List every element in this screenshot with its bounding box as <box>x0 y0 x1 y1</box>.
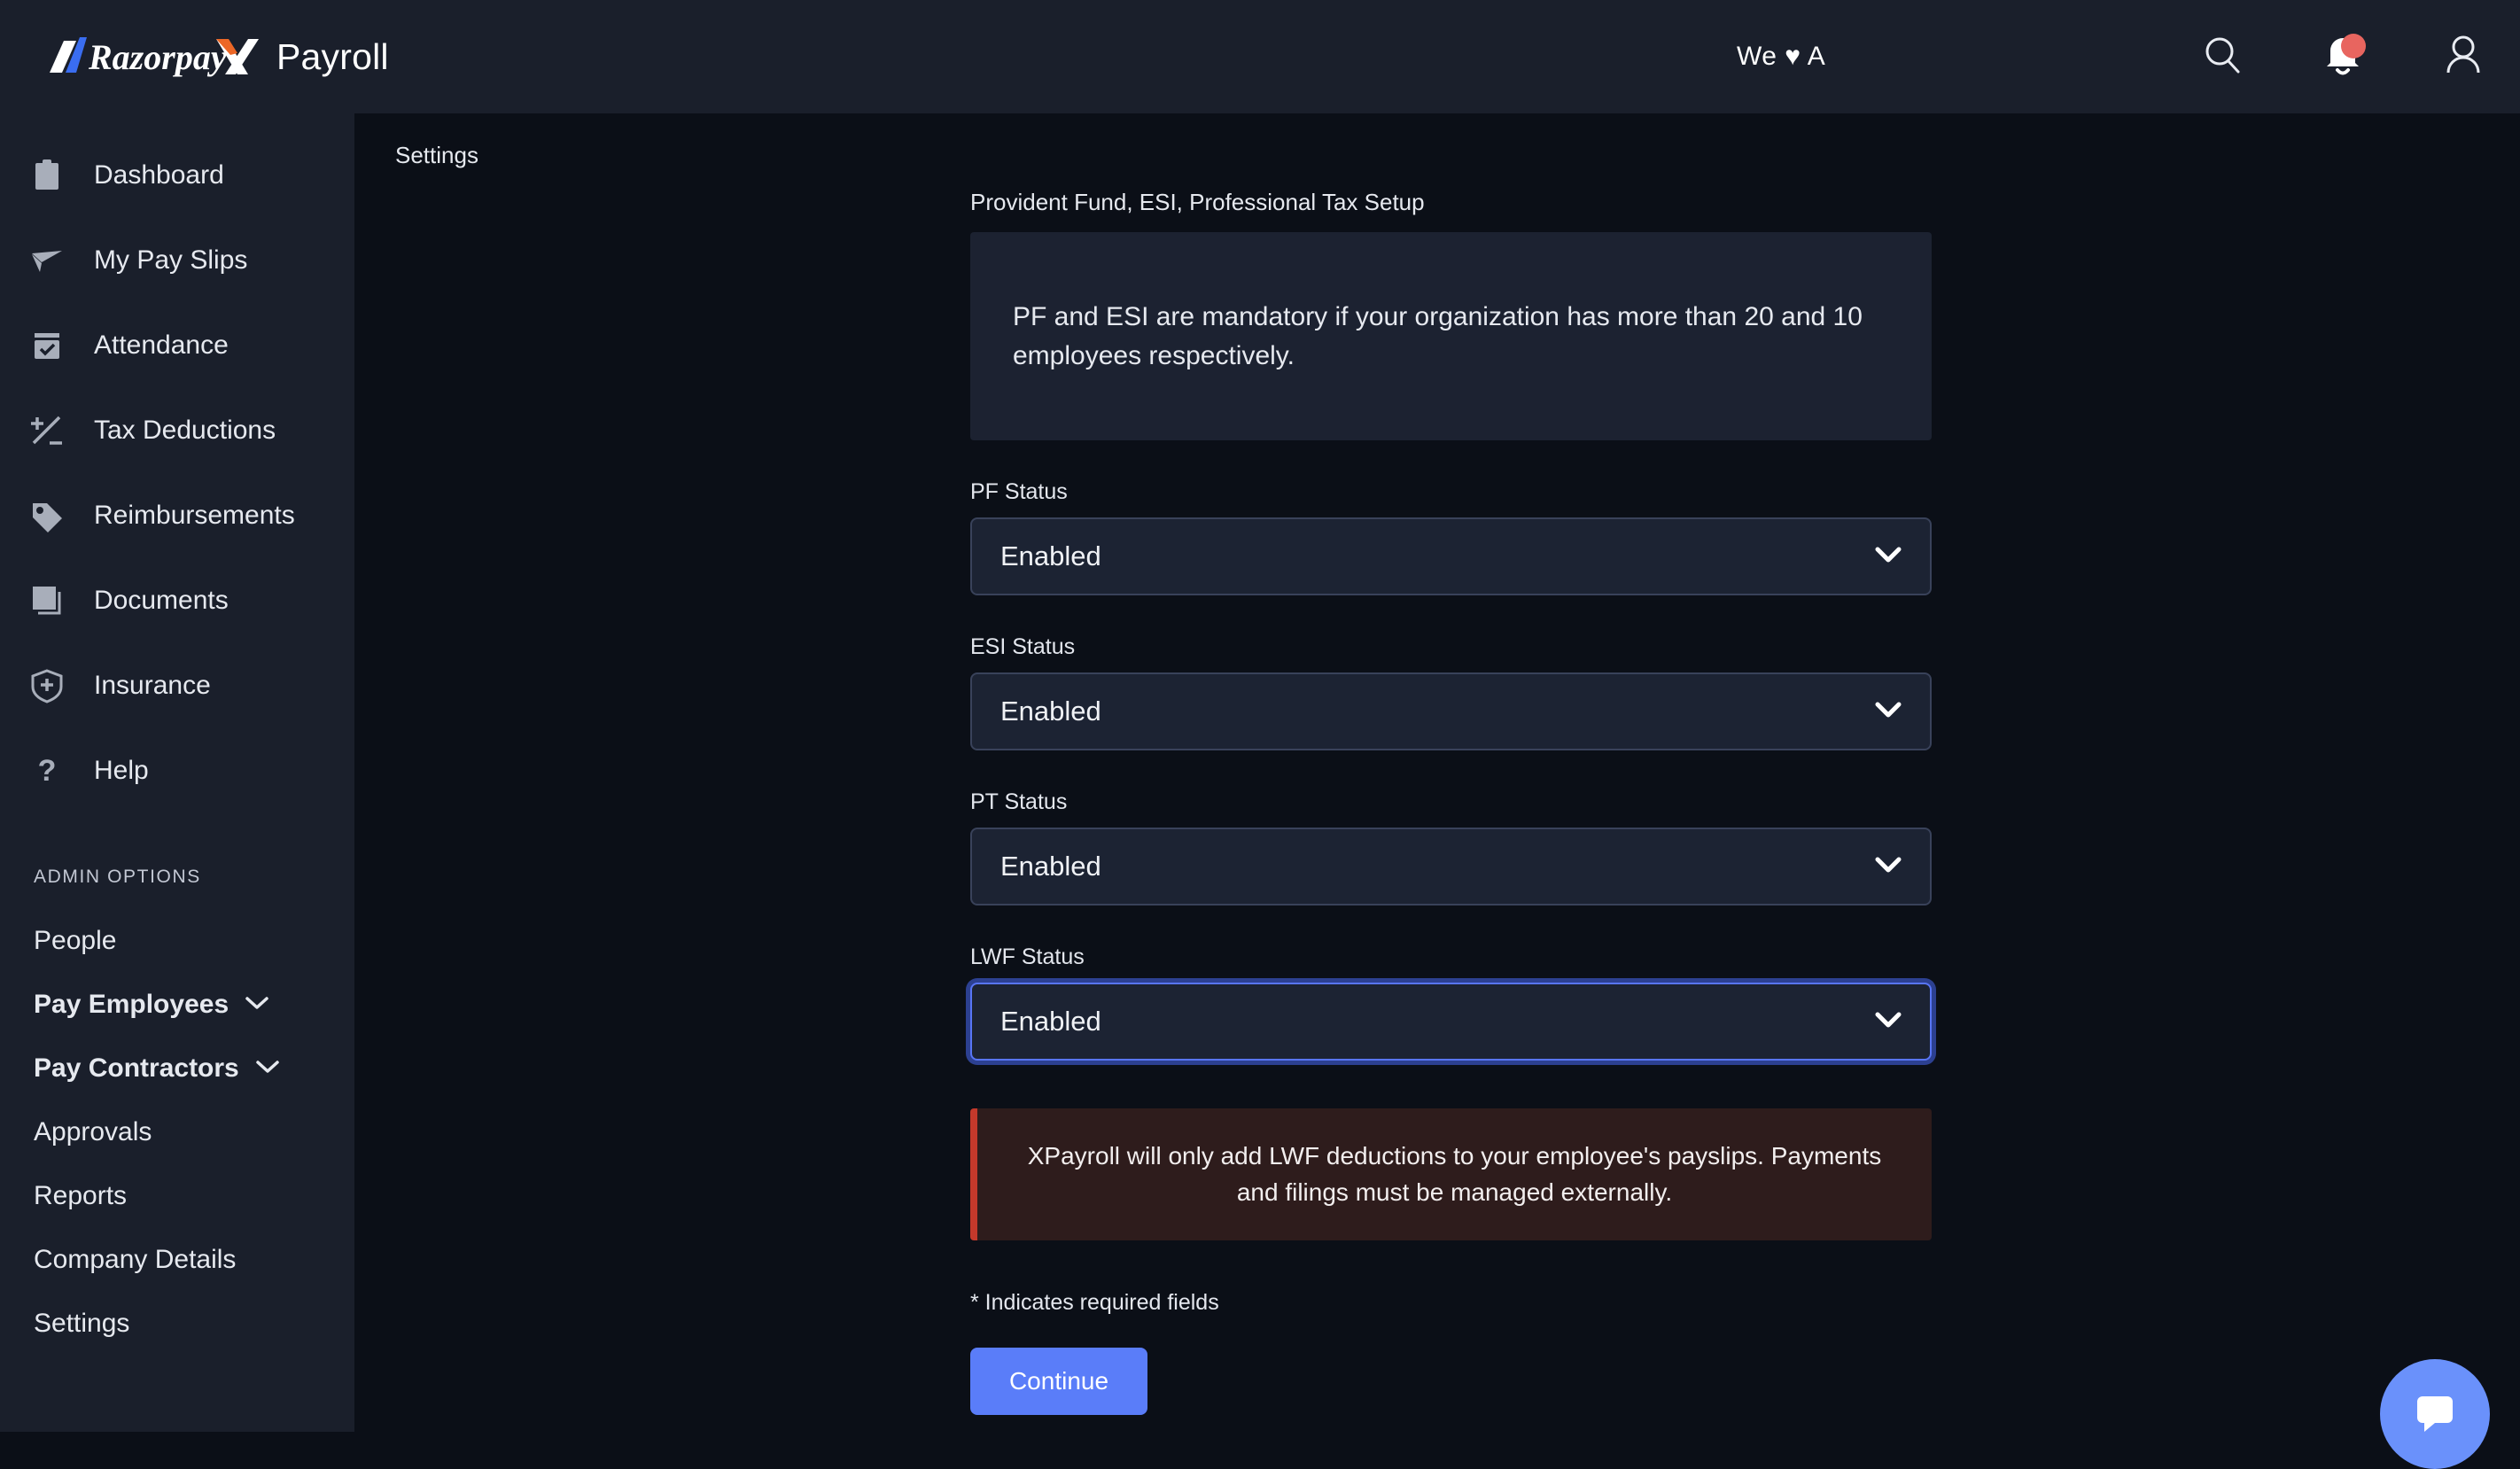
sidebar-primary-nav: Dashboard My Pay Slips Attendance <box>0 113 354 813</box>
page-title: Provident Fund, ESI, Professional Tax Se… <box>970 189 1932 216</box>
header-center-slogan: We ♥ A <box>1737 0 1825 113</box>
user-profile-icon <box>2440 32 2486 82</box>
field-esi-status: ESI Status Enabled <box>970 634 1932 750</box>
chevron-down-icon <box>1873 855 1903 879</box>
sidebar-admin-nav: People Pay Employees Pay Contractors App… <box>0 909 354 1356</box>
tag-icon <box>27 498 67 533</box>
sidebar-item-insurance[interactable]: Insurance <box>0 643 354 728</box>
field-label: ESI Status <box>970 634 1932 660</box>
sidebar-item-pay-employees[interactable]: Pay Employees <box>0 973 354 1037</box>
svg-text:?: ? <box>38 754 57 788</box>
chat-widget-button[interactable] <box>2380 1359 2490 1469</box>
chat-widget-icon <box>2410 1387 2460 1442</box>
plus-minus-icon <box>27 413 67 448</box>
top-header-bar: Razorpay Payroll We ♥ A <box>0 0 2520 113</box>
shield-plus-icon <box>27 668 67 703</box>
sidebar-item-label: People <box>34 926 116 956</box>
chevron-down-icon <box>253 1058 282 1080</box>
field-pf-status: PF Status Enabled <box>970 479 1932 595</box>
chevron-down-icon <box>1873 1010 1903 1034</box>
main-content-area: Settings Provident Fund, ESI, Profession… <box>354 113 2520 1432</box>
continue-button[interactable]: Continue <box>970 1348 1147 1415</box>
settings-form-column: Provident Fund, ESI, Professional Tax Se… <box>970 189 1932 1415</box>
admin-options-heading: ADMIN OPTIONS <box>0 867 354 888</box>
clipboard-icon <box>27 158 67 193</box>
search-icon <box>2199 32 2245 82</box>
sidebar-item-my-pay-slips[interactable]: My Pay Slips <box>0 218 354 303</box>
sidebar-item-tax-deductions[interactable]: Tax Deductions <box>0 388 354 473</box>
sidebar-item-company-details[interactable]: Company Details <box>0 1228 354 1292</box>
sidebar-item-approvals[interactable]: Approvals <box>0 1100 354 1164</box>
calendar-check-icon <box>27 328 67 363</box>
lwf-warning-box: XPayroll will only add LWF deductions to… <box>970 1108 1932 1240</box>
notification-badge <box>2341 34 2366 58</box>
search-button[interactable] <box>2197 32 2247 82</box>
profile-button[interactable] <box>2438 32 2488 82</box>
sidebar-item-label: Documents <box>94 586 229 616</box>
sidebar-item-people[interactable]: People <box>0 909 354 973</box>
sidebar-item-label: Company Details <box>34 1245 236 1275</box>
question-mark-icon: ? <box>27 753 67 789</box>
sidebar-item-reimbursements[interactable]: Reimbursements <box>0 473 354 558</box>
select-value: Enabled <box>1000 851 1101 882</box>
sidebar-item-label: Tax Deductions <box>94 416 276 446</box>
chevron-down-icon <box>1873 545 1903 569</box>
field-label: PT Status <box>970 789 1932 815</box>
sidebar-item-label: Pay Employees <box>34 990 229 1020</box>
documents-icon <box>27 583 67 618</box>
sidebar-item-label: Help <box>94 756 149 786</box>
select-value: Enabled <box>1000 696 1101 727</box>
sidebar-item-label: Pay Contractors <box>34 1053 239 1084</box>
main-sidebar: Dashboard My Pay Slips Attendance <box>0 0 354 1432</box>
lwf-status-select[interactable]: Enabled <box>970 983 1932 1061</box>
sidebar-item-attendance[interactable]: Attendance <box>0 303 354 388</box>
select-value: Enabled <box>1000 540 1101 572</box>
required-fields-note: * Indicates required fields <box>970 1290 1932 1316</box>
we-love-text: We ♥ A <box>1737 42 1825 72</box>
svg-text:Razorpay: Razorpay <box>88 37 227 77</box>
sidebar-item-label: Reports <box>34 1181 127 1211</box>
sidebar-item-documents[interactable]: Documents <box>0 558 354 643</box>
sidebar-item-label: My Pay Slips <box>94 245 247 276</box>
brand-product-name: Payroll <box>276 36 389 78</box>
chevron-down-icon <box>243 994 271 1016</box>
chevron-down-icon <box>1873 700 1903 724</box>
field-label: PF Status <box>970 479 1932 505</box>
brand-logo-group[interactable]: Razorpay Payroll <box>43 34 389 80</box>
field-label: LWF Status <box>970 944 1932 970</box>
paper-plane-icon <box>27 243 67 278</box>
sidebar-item-label: Insurance <box>94 671 211 701</box>
pt-status-select[interactable]: Enabled <box>970 828 1932 905</box>
pf-status-select[interactable]: Enabled <box>970 517 1932 595</box>
esi-status-select[interactable]: Enabled <box>970 672 1932 750</box>
sidebar-item-settings[interactable]: Settings <box>0 1292 354 1356</box>
razorpayx-logo-icon: Razorpay <box>43 34 264 80</box>
header-action-group <box>2197 0 2488 113</box>
sidebar-item-pay-contractors[interactable]: Pay Contractors <box>0 1037 354 1100</box>
field-lwf-status: LWF Status Enabled <box>970 944 1932 1061</box>
sidebar-item-help[interactable]: ? Help <box>0 728 354 813</box>
sidebar-item-label: Dashboard <box>94 160 224 190</box>
sidebar-item-label: Attendance <box>94 330 229 361</box>
select-value: Enabled <box>1000 1006 1101 1038</box>
info-callout-text: PF and ESI are mandatory if your organiz… <box>1013 298 1889 375</box>
field-pt-status: PT Status Enabled <box>970 789 1932 905</box>
sidebar-item-label: Settings <box>34 1309 129 1339</box>
notifications-button[interactable] <box>2318 32 2368 82</box>
sidebar-item-label: Approvals <box>34 1117 152 1147</box>
sidebar-item-dashboard[interactable]: Dashboard <box>0 133 354 218</box>
info-callout-box: PF and ESI are mandatory if your organiz… <box>970 232 1932 440</box>
sidebar-item-label: Reimbursements <box>94 501 295 531</box>
sidebar-item-reports[interactable]: Reports <box>0 1164 354 1228</box>
warning-text: XPayroll will only add LWF deductions to… <box>1018 1139 1891 1210</box>
breadcrumb[interactable]: Settings <box>395 142 2520 169</box>
